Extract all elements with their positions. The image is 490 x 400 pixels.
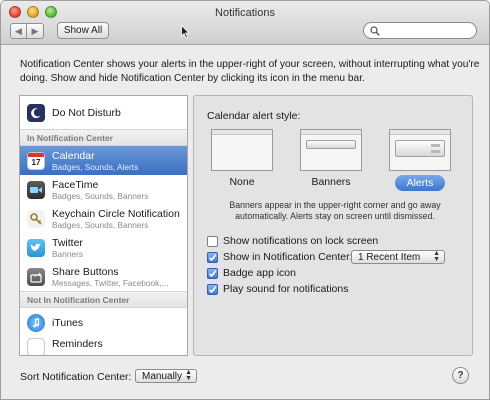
style-preview-banners[interactable] [300, 129, 362, 171]
checkbox-badge[interactable] [207, 267, 218, 279]
option-show-in-nc[interactable]: Show in Notification Center: [207, 251, 353, 263]
titlebar: Notifications ◀ ▶ Show All [1, 1, 489, 45]
checkbox-lock-screen[interactable] [207, 235, 218, 247]
list-item-twitter[interactable]: Twitter Banners [20, 233, 187, 262]
option-label: Play sound for notifications [223, 283, 349, 295]
help-button[interactable]: ? [452, 367, 469, 384]
style-preview-none[interactable] [211, 129, 273, 171]
list-item-label: Reminders [52, 338, 103, 350]
chevron-updown-icon: ▲ ▼ [433, 250, 440, 263]
style-description: Banners appear in the upper-right corner… [229, 200, 441, 221]
chevron-updown-icon: ▲ ▼ [185, 369, 192, 382]
alert-style-label: Calendar alert style: [207, 110, 301, 122]
option-label: Show in Notification Center: [223, 251, 353, 263]
list-item-share-buttons[interactable]: Share Buttons Messages, Twitter, Faceboo… [20, 262, 187, 291]
recent-items-popup[interactable]: 1 Recent Item ▲ ▼ [351, 250, 445, 264]
list-item-calendar[interactable]: 17 Calendar Badges, Sounds, Alerts [20, 146, 187, 175]
list-item-sublabel: Badges, Sounds, Banners [52, 219, 149, 230]
facetime-icon [27, 180, 45, 199]
preferences-window: Notifications ◀ ▶ Show All Notification … [0, 0, 490, 400]
style-label-banners[interactable]: Banners [300, 176, 362, 188]
twitter-icon [27, 238, 45, 257]
forward-button[interactable]: ▶ [27, 23, 44, 39]
list-item-sublabel: Messages, Twitter, Facebook,... [52, 277, 169, 288]
style-label-none[interactable]: None [211, 176, 273, 188]
reminders-icon [27, 338, 45, 355]
list-item-label: Do Not Disturb [52, 106, 121, 119]
option-label: Show notifications on lock screen [223, 235, 379, 247]
list-item-label: iTunes [52, 317, 84, 329]
keychain-icon [27, 209, 45, 228]
sort-popup[interactable]: Manually ▲ ▼ [135, 369, 197, 383]
list-item-sublabel: Badges, Sounds, Banners [52, 190, 149, 201]
share-icon [27, 267, 45, 286]
list-item-keychain[interactable]: Keychain Circle Notification Badges, Sou… [20, 204, 187, 233]
sort-value: Manually [142, 370, 183, 382]
list-item-label: Share Buttons [52, 265, 119, 278]
section-header-in-nc: In Notification Center [20, 129, 187, 146]
settings-panel: Calendar alert style: None Banners Alert… [193, 95, 473, 356]
checkmark-icon [208, 269, 217, 277]
option-lock-screen[interactable]: Show notifications on lock screen [207, 235, 378, 247]
list-item-itunes[interactable]: iTunes [20, 308, 187, 338]
checkbox-play-sound[interactable] [207, 283, 218, 295]
list-item-label: Keychain Circle Notification [52, 207, 180, 220]
moon-icon [27, 103, 45, 122]
option-play-sound[interactable]: Play sound for notifications [207, 283, 349, 295]
list-item-sublabel: Badges, Sounds, Alerts [52, 161, 139, 172]
list-item-label: FaceTime [52, 178, 99, 191]
search-input[interactable] [383, 25, 473, 36]
recent-items-value: 1 Recent Item [358, 251, 421, 263]
list-item-label: Calendar [52, 149, 95, 162]
style-label-alerts[interactable]: Alerts [395, 175, 445, 191]
checkmark-icon [208, 285, 217, 293]
list-item-reminders[interactable]: Reminders [20, 338, 187, 355]
nav-buttons: ◀ ▶ [10, 23, 44, 39]
mouse-pointer-icon [181, 25, 190, 39]
checkbox-show-in-nc[interactable] [207, 251, 218, 263]
list-item-sublabel: Banners [52, 248, 83, 259]
back-button[interactable]: ◀ [10, 23, 27, 39]
option-label: Badge app icon [223, 267, 296, 279]
option-badge[interactable]: Badge app icon [207, 267, 296, 279]
intro-text: Notification Center shows your alerts in… [20, 59, 480, 84]
list-item-label: Twitter [52, 236, 83, 249]
app-list[interactable]: Do Not Disturb In Notification Center 17… [19, 95, 188, 356]
list-item-do-not-disturb[interactable]: Do Not Disturb [20, 96, 187, 129]
sort-label: Sort Notification Center: [20, 371, 132, 383]
search-icon [370, 25, 380, 36]
section-header-not-in-nc: Not In Notification Center [20, 291, 187, 308]
search-field[interactable] [363, 22, 477, 39]
show-all-button[interactable]: Show All [57, 22, 109, 39]
window-title: Notifications [215, 7, 275, 19]
list-item-facetime[interactable]: FaceTime Badges, Sounds, Banners [20, 175, 187, 204]
checkmark-icon [208, 253, 217, 261]
calendar-icon: 17 [27, 151, 45, 170]
itunes-icon [27, 314, 45, 332]
style-preview-alerts[interactable] [389, 129, 451, 171]
